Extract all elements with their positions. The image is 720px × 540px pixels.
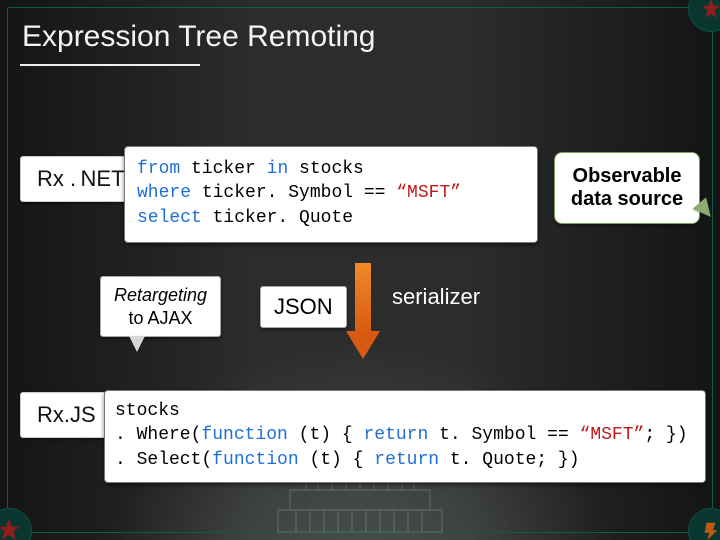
observable-callout-line2: data source: [567, 188, 687, 211]
corner-ornament-top-right-icon: [684, 0, 720, 36]
serializer-label: serializer: [392, 284, 480, 310]
down-arrow-icon: [348, 263, 378, 373]
corner-ornament-bottom-left-icon: [0, 504, 36, 540]
retargeting-line2: to AJAX: [114, 307, 207, 330]
rx-js-label: Rx.JS: [20, 392, 113, 438]
slide-frame: Expression Tree Remoting Rx . NET from t…: [7, 7, 713, 533]
observable-callout: Observable data source: [554, 152, 700, 224]
retargeting-callout: Retargeting to AJAX: [100, 276, 221, 337]
rxjs-code-block: stocks . Where(function (t) { return t. …: [104, 390, 706, 483]
linq-code-block: from ticker in stocks where ticker. Symb…: [124, 146, 538, 243]
corner-ornament-bottom-right-icon: [684, 504, 720, 540]
json-label: JSON: [260, 286, 347, 328]
slide-title: Expression Tree Remoting: [22, 20, 376, 54]
title-underline: [20, 64, 200, 66]
observable-callout-line1: Observable: [567, 165, 687, 188]
callout-pointer-icon: [129, 336, 145, 352]
callout-pointer-icon: [692, 197, 717, 222]
retargeting-line1: Retargeting: [114, 284, 207, 307]
